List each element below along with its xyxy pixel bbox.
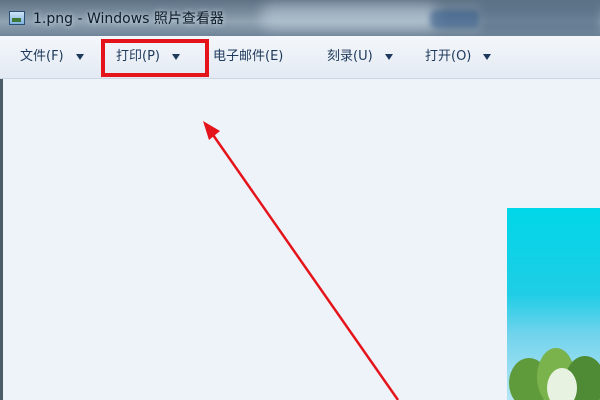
burn-menu-button[interactable]: 刻录(U) (327, 48, 393, 66)
burn-menu-label: 刻录(U) (327, 49, 373, 64)
photo-viewer-icon (9, 11, 25, 25)
chevron-down-icon[interactable] (483, 53, 492, 60)
email-button[interactable]: 电子邮件(E) (213, 48, 283, 66)
photo-highlight (547, 368, 577, 400)
open-menu-label: 打开(O) (425, 49, 472, 64)
window-border (0, 79, 3, 400)
window-title: 1.png - Windows 照片查看器 (33, 11, 224, 27)
command-bar: 文件(F) 打印(P) 电子邮件(E) 刻录(U) 打开(O) (0, 36, 600, 79)
file-menu-label: 文件(F) (20, 49, 64, 64)
chevron-down-icon[interactable] (384, 53, 393, 60)
displayed-photo (507, 208, 600, 400)
open-menu-button[interactable]: 打开(O) (425, 48, 492, 66)
chevron-down-icon[interactable] (75, 53, 84, 60)
print-highlight-box (101, 39, 209, 77)
email-label: 电子邮件(E) (213, 49, 284, 64)
titlebar-background-blur (260, 4, 440, 30)
file-menu-button[interactable]: 文件(F) (20, 48, 84, 66)
title-bar: 1.png - Windows 照片查看器 (0, 0, 600, 36)
titlebar-background-blur (430, 10, 480, 28)
titlebar-background-blur (480, 2, 600, 32)
